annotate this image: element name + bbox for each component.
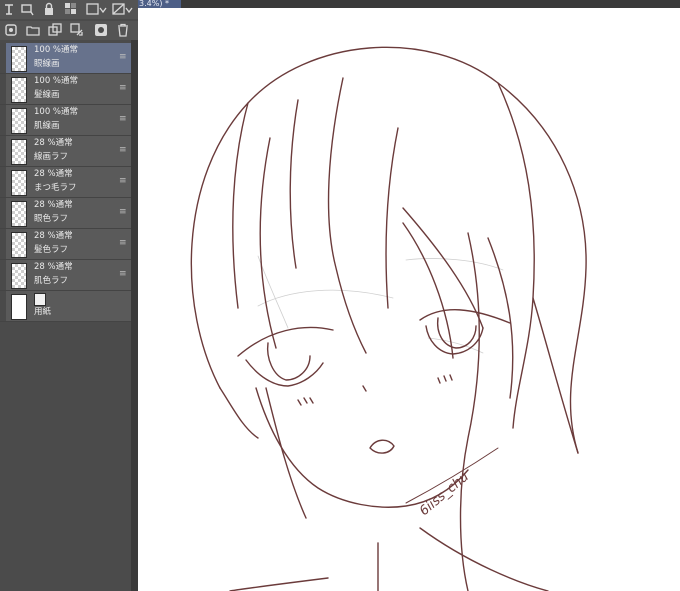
paper-layer-icon	[34, 293, 46, 306]
signature-text: 6iiss_chu	[417, 470, 472, 520]
layer-row[interactable]: 28 %通常 まつ毛ラフ ≡	[0, 167, 131, 198]
layer-settings-icon[interactable]	[2, 2, 16, 16]
transparency-lock-icon[interactable]	[64, 2, 78, 16]
layer-opacity-mode: 28 %通常	[34, 138, 73, 148]
lineart-drawing: 6iiss_chu	[190, 46, 587, 591]
drag-handle-icon[interactable]: ≡	[119, 239, 127, 248]
layer-visibility-toggle[interactable]	[0, 229, 6, 259]
layer-command-toolbar	[0, 21, 138, 40]
drag-handle-icon[interactable]: ≡	[119, 270, 127, 279]
layer-row[interactable]: 28 %通常 髪色ラフ ≡	[0, 229, 131, 260]
trash-icon[interactable]	[116, 23, 130, 37]
layer-name: 髪色ラフ	[34, 245, 69, 255]
layer-thumbnail	[11, 201, 27, 227]
mask-create-icon[interactable]	[94, 23, 108, 37]
layer-row[interactable]: 28 %通常 肌色ラフ ≡	[0, 260, 131, 291]
lock-icon[interactable]	[42, 2, 56, 16]
drag-handle-icon[interactable]: ≡	[119, 177, 127, 186]
layer-visibility-toggle[interactable]	[0, 167, 6, 197]
layer-opacity-mode: 100 %通常	[34, 45, 79, 55]
copy-layer-icon[interactable]	[48, 23, 62, 37]
layer-opacity-mode: 28 %通常	[34, 169, 73, 179]
clip-studio-window: 3.4%) * 100 %通常 眼線画 ≡ 100 %通常 髪線画 ≡ 100 …	[0, 0, 680, 591]
layer-thumbnail	[11, 232, 27, 258]
layer-thumbnail	[11, 139, 27, 165]
layer-name: まつ毛ラフ	[34, 183, 77, 193]
layer-visibility-toggle[interactable]	[0, 198, 6, 228]
zoom-label: 3.4%)	[139, 0, 163, 8]
layer-row[interactable]: 100 %通常 肌線画 ≡	[0, 105, 131, 136]
layer-name: 肌色ラフ	[34, 276, 69, 286]
layer-opacity-mode: 100 %通常	[34, 107, 79, 117]
layer-name: 用紙	[34, 307, 52, 317]
layer-opacity-mode: 100 %通常	[34, 76, 79, 86]
layer-row[interactable]: 28 %通常 線画ラフ ≡	[0, 136, 131, 167]
layer-thumbnail	[11, 294, 27, 320]
clip-icon[interactable]	[20, 2, 34, 16]
layer-property-toolbar	[0, 0, 138, 19]
layer-visibility-toggle[interactable]	[0, 105, 6, 135]
layer-name: 眼線画	[34, 59, 60, 69]
document-tab[interactable]: 3.4%) *	[138, 0, 181, 8]
unsaved-marker: *	[165, 0, 169, 8]
new-layer-icon[interactable]	[4, 23, 18, 37]
layer-row[interactable]: 用紙	[0, 291, 131, 322]
layer-visibility-toggle[interactable]	[0, 136, 6, 166]
drawing-canvas[interactable]: 6iiss_chu	[138, 8, 680, 591]
layer-visibility-toggle[interactable]	[0, 291, 6, 321]
layer-name: 肌線画	[34, 121, 60, 131]
layer-visibility-toggle[interactable]	[0, 74, 6, 104]
layer-name: 線画ラフ	[34, 152, 69, 162]
color-icon[interactable]	[86, 2, 108, 16]
layer-thumbnail	[11, 46, 27, 72]
layer-opacity-mode: 28 %通常	[34, 200, 73, 210]
layer-row[interactable]: 100 %通常 眼線画 ≡	[0, 43, 131, 74]
layer-row[interactable]: 28 %通常 眼色ラフ ≡	[0, 198, 131, 229]
new-folder-icon[interactable]	[26, 23, 40, 37]
layer-panel: 100 %通常 眼線画 ≡ 100 %通常 髪線画 ≡ 100 %通常 肌線画 ≡ 28 %通常線…	[0, 0, 138, 591]
layer-opacity-mode: 28 %通常	[34, 262, 73, 272]
layer-thumbnail	[11, 263, 27, 289]
layer-name: 眼色ラフ	[34, 214, 69, 224]
drag-handle-icon[interactable]: ≡	[119, 208, 127, 217]
layer-opacity-mode: 28 %通常	[34, 231, 73, 241]
drag-handle-icon[interactable]: ≡	[119, 53, 127, 62]
drag-handle-icon[interactable]: ≡	[119, 146, 127, 155]
merge-layer-icon[interactable]	[70, 23, 84, 37]
layer-visibility-toggle[interactable]	[0, 43, 6, 73]
layer-row[interactable]: 100 %通常 髪線画 ≡	[0, 74, 131, 105]
layer-name: 髪線画	[34, 90, 60, 100]
layer-thumbnail	[11, 108, 27, 134]
layer-visibility-toggle[interactable]	[0, 260, 6, 290]
mask-icon[interactable]	[112, 2, 134, 16]
layer-thumbnail	[11, 170, 27, 196]
layer-thumbnail	[11, 77, 27, 103]
panel-scroll-gutter[interactable]	[131, 40, 138, 591]
drag-handle-icon[interactable]: ≡	[119, 84, 127, 93]
drag-handle-icon[interactable]: ≡	[119, 115, 127, 124]
